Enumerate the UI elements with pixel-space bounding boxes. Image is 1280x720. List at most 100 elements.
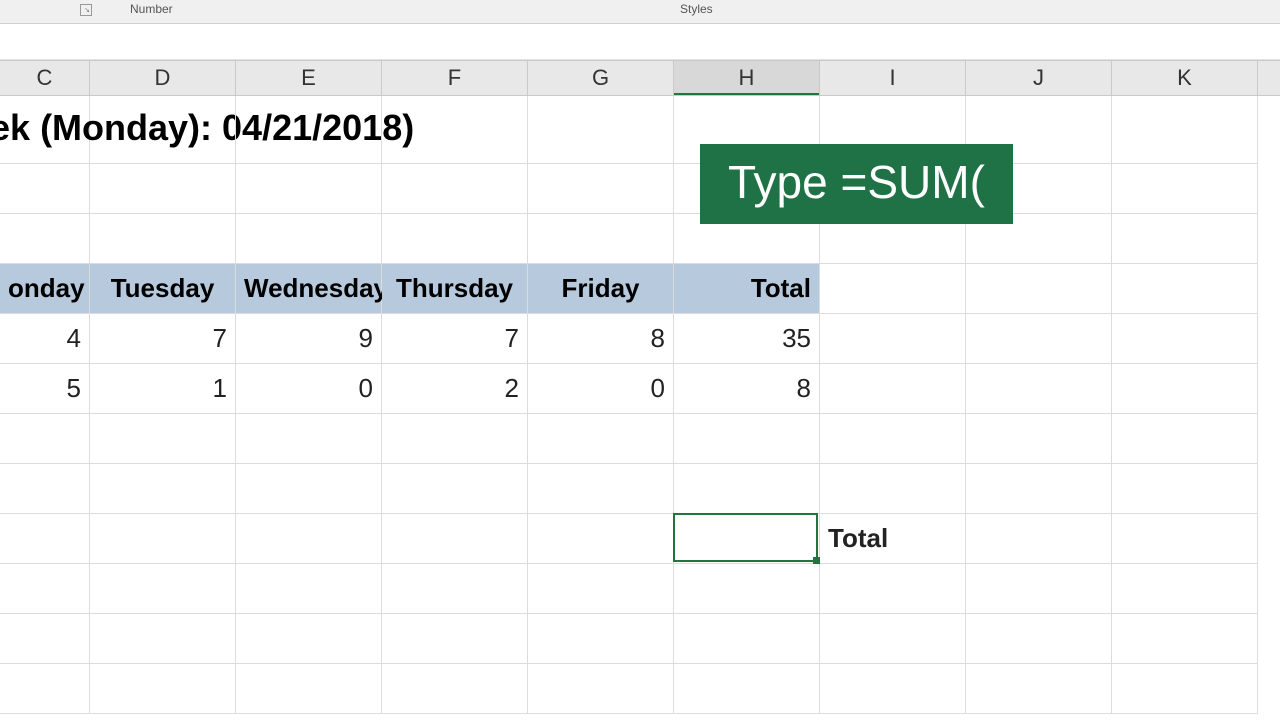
cell[interactable]	[236, 96, 382, 164]
grid-body[interactable]: eek (Monday): 04/21/2018)	[0, 96, 1280, 720]
cell-wed[interactable]: 9	[236, 314, 382, 364]
cell[interactable]	[382, 96, 528, 164]
cell[interactable]	[528, 164, 674, 214]
cell[interactable]	[236, 414, 382, 464]
active-cell[interactable]	[674, 514, 820, 564]
cell-thu[interactable]: 2	[382, 364, 528, 414]
cell[interactable]	[528, 414, 674, 464]
cell[interactable]	[382, 464, 528, 514]
cell[interactable]	[528, 214, 674, 264]
cell[interactable]	[966, 514, 1112, 564]
cell[interactable]	[1112, 314, 1258, 364]
cell[interactable]	[90, 514, 236, 564]
cell[interactable]	[382, 214, 528, 264]
cell[interactable]	[528, 96, 674, 164]
cell[interactable]	[90, 614, 236, 664]
cell-mon[interactable]: 4	[0, 314, 90, 364]
cell[interactable]	[382, 614, 528, 664]
column-header-G[interactable]: G	[528, 61, 674, 95]
cell[interactable]	[0, 464, 90, 514]
cell[interactable]	[236, 664, 382, 714]
cell[interactable]	[90, 164, 236, 214]
cell[interactable]	[236, 164, 382, 214]
table-header-tuesday[interactable]: Tuesday	[90, 264, 236, 314]
cell[interactable]	[674, 414, 820, 464]
cell[interactable]	[674, 614, 820, 664]
cell[interactable]	[966, 464, 1112, 514]
cell[interactable]	[966, 414, 1112, 464]
cell[interactable]	[1112, 164, 1258, 214]
cell-total[interactable]: 8	[674, 364, 820, 414]
table-header-total[interactable]: Total	[674, 264, 820, 314]
cell[interactable]	[1112, 564, 1258, 614]
column-header-C[interactable]: C	[0, 61, 90, 95]
cell[interactable]	[528, 614, 674, 664]
dialog-launcher-icon[interactable]	[80, 4, 92, 16]
cell[interactable]	[966, 614, 1112, 664]
cell[interactable]	[674, 564, 820, 614]
cell[interactable]	[966, 664, 1112, 714]
cell[interactable]	[820, 314, 966, 364]
cell[interactable]	[674, 664, 820, 714]
table-header-friday[interactable]: Friday	[528, 264, 674, 314]
cell[interactable]	[236, 214, 382, 264]
cell[interactable]	[0, 164, 90, 214]
cell[interactable]	[90, 564, 236, 614]
cell[interactable]	[528, 664, 674, 714]
column-header-H[interactable]: H	[674, 61, 820, 95]
cell[interactable]	[236, 514, 382, 564]
cell[interactable]	[0, 214, 90, 264]
cell[interactable]	[528, 564, 674, 614]
cell[interactable]	[966, 264, 1112, 314]
column-header-K[interactable]: K	[1112, 61, 1258, 95]
cell[interactable]	[382, 664, 528, 714]
cell[interactable]	[528, 464, 674, 514]
cell[interactable]	[90, 464, 236, 514]
cell[interactable]	[382, 164, 528, 214]
cell[interactable]	[820, 364, 966, 414]
cell-tue[interactable]: 7	[90, 314, 236, 364]
cell-fri[interactable]: 8	[528, 314, 674, 364]
cell[interactable]	[1112, 664, 1258, 714]
cell-tue[interactable]: 1	[90, 364, 236, 414]
cell[interactable]	[1112, 264, 1258, 314]
column-header-I[interactable]: I	[820, 61, 966, 95]
cell[interactable]	[820, 414, 966, 464]
cell[interactable]	[1112, 364, 1258, 414]
cell[interactable]	[236, 614, 382, 664]
cell[interactable]	[0, 564, 90, 614]
cell[interactable]	[674, 464, 820, 514]
cell[interactable]	[382, 564, 528, 614]
cell[interactable]	[0, 614, 90, 664]
cell[interactable]	[1112, 414, 1258, 464]
cell-thu[interactable]: 7	[382, 314, 528, 364]
cell[interactable]	[820, 664, 966, 714]
cell[interactable]	[0, 414, 90, 464]
table-header-wednesday[interactable]: Wednesday	[236, 264, 382, 314]
cell[interactable]	[236, 464, 382, 514]
table-header-monday[interactable]: onday	[0, 264, 90, 314]
column-header-F[interactable]: F	[382, 61, 528, 95]
cell[interactable]	[382, 514, 528, 564]
cell[interactable]	[0, 664, 90, 714]
cell[interactable]	[966, 314, 1112, 364]
cell[interactable]	[90, 96, 236, 164]
cell[interactable]	[236, 564, 382, 614]
cell[interactable]	[966, 564, 1112, 614]
cell[interactable]	[820, 614, 966, 664]
cell[interactable]	[382, 414, 528, 464]
sheet-title[interactable]: eek (Monday): 04/21/2018)	[0, 96, 90, 164]
cell[interactable]	[90, 214, 236, 264]
cell[interactable]	[528, 514, 674, 564]
cell[interactable]	[1112, 514, 1258, 564]
cell-total[interactable]: 35	[674, 314, 820, 364]
cell-mon[interactable]: 5	[0, 364, 90, 414]
cell[interactable]	[1112, 96, 1258, 164]
cell[interactable]	[90, 414, 236, 464]
column-header-J[interactable]: J	[966, 61, 1112, 95]
cell[interactable]	[0, 514, 90, 564]
cell[interactable]	[820, 264, 966, 314]
cell[interactable]	[820, 464, 966, 514]
cell[interactable]	[1112, 614, 1258, 664]
table-header-thursday[interactable]: Thursday	[382, 264, 528, 314]
